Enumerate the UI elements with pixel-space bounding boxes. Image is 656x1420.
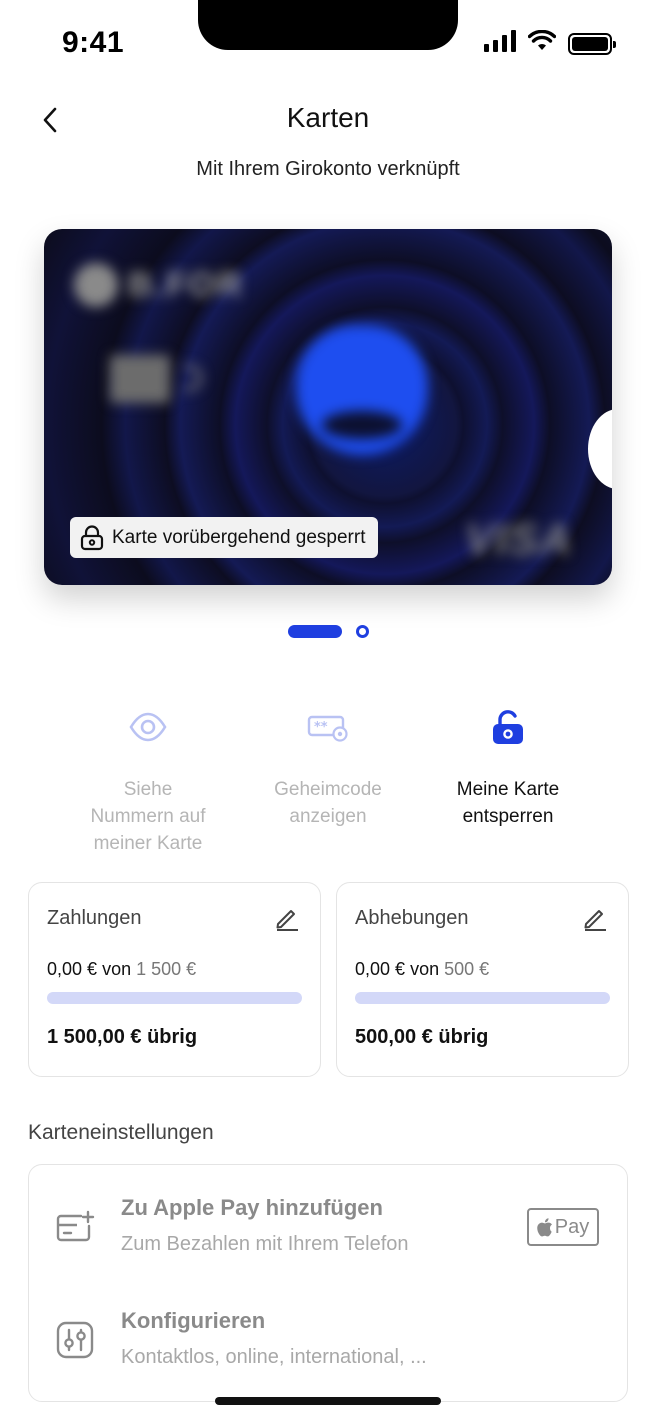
card-settings-heading: Karteneinstellungen (28, 1121, 214, 1144)
card-add-icon (53, 1205, 97, 1249)
unlock-card-label: Meine Karte entsperren (456, 779, 560, 827)
eye-icon (129, 700, 167, 754)
show-pin-button[interactable]: ** Geheimcode anzeigen (240, 700, 416, 857)
status-bar: 9:41 (0, 0, 656, 90)
apple-pay-subtitle: Zum Bezahlen mit Ihrem Telefon (121, 1233, 409, 1255)
device-notch (198, 0, 458, 50)
payments-limit-usage: 0,00 € von 1 500 € (47, 959, 197, 979)
pin-reveal-icon: ** (307, 700, 349, 754)
status-time: 9:41 (62, 26, 125, 59)
card-chip (110, 355, 170, 403)
card-locked-badge: Karte vorübergehend gesperrt (70, 517, 378, 558)
contactless-icon (184, 365, 202, 391)
withdrawals-limit-usage: 0,00 € von 500 € (355, 959, 490, 979)
cellular-signal-icon (484, 30, 516, 57)
add-to-apple-pay-row[interactable]: Zu Apple Pay hinzufügen Zum Bezahlen mit… (29, 1185, 627, 1285)
home-indicator (215, 1397, 441, 1405)
configure-subtitle: Kontaktlos, online, international, ... (121, 1346, 427, 1368)
edit-payments-limit-button[interactable] (272, 903, 302, 933)
withdrawals-limit-title: Abhebungen (355, 906, 469, 929)
configure-title: Konfigurieren (121, 1308, 266, 1333)
card-settings-list: Zu Apple Pay hinzufügen Zum Bezahlen mit… (28, 1164, 628, 1402)
apple-pay-title: Zu Apple Pay hinzufügen (121, 1195, 383, 1220)
unlock-card-button[interactable]: Meine Karte entsperren (420, 700, 596, 857)
unlock-icon (490, 700, 526, 754)
visa-logo: VISA (465, 515, 572, 564)
apple-logo-icon (537, 1217, 552, 1236)
withdrawals-limit-card: Abhebungen 0,00 € von 500 € 500,00 € übr… (336, 882, 629, 1077)
edit-withdrawals-limit-button[interactable] (580, 903, 610, 933)
page-title: Karten (286, 102, 370, 133)
card-locked-label: Karte vorübergehend gesperrt (112, 526, 366, 548)
wifi-icon (527, 29, 557, 57)
withdrawals-limit-progress (355, 992, 610, 1004)
payments-limit-card: Zahlungen 0,00 € von 1 500 € 1 500,00 € … (28, 882, 321, 1077)
battery-icon (568, 32, 616, 55)
show-pin-label: Geheimcode anzeigen (274, 779, 382, 827)
pager-dot[interactable] (355, 625, 369, 638)
sliders-icon (53, 1318, 97, 1362)
payment-card[interactable]: B.FOR VISA Karte vorübergehend gesperrt (44, 229, 612, 585)
withdrawals-limit-remaining: 500,00 € übrig (355, 1026, 489, 1048)
status-icons (484, 29, 616, 57)
payments-limit-remaining: 1 500,00 € übrig (47, 1026, 198, 1048)
card-pager (0, 625, 656, 638)
pencil-icon (584, 910, 606, 931)
card-brand-logo: B.FOR (74, 263, 244, 307)
configure-card-row[interactable]: Konfigurieren Kontaktlos, online, intern… (29, 1298, 627, 1398)
show-card-numbers-button[interactable]: Siehe Nummern auf meiner Karte (60, 700, 236, 857)
apple-pay-badge-label: Pay (554, 1215, 590, 1238)
show-card-numbers-label: Siehe Nummern auf meiner Karte (90, 779, 206, 854)
apple-pay-badge: Pay (527, 1208, 599, 1246)
lock-icon (80, 524, 104, 550)
svg-text:**: ** (314, 720, 328, 735)
card-actions: Siehe Nummern auf meiner Karte ** Geheim… (60, 700, 596, 857)
page-subtitle: Mit Ihrem Girokonto verknüpft (196, 158, 460, 180)
pager-dot-active[interactable] (287, 625, 342, 638)
pencil-icon (276, 910, 298, 931)
payments-limit-progress (47, 992, 302, 1004)
payments-limit-title: Zahlungen (47, 906, 142, 929)
